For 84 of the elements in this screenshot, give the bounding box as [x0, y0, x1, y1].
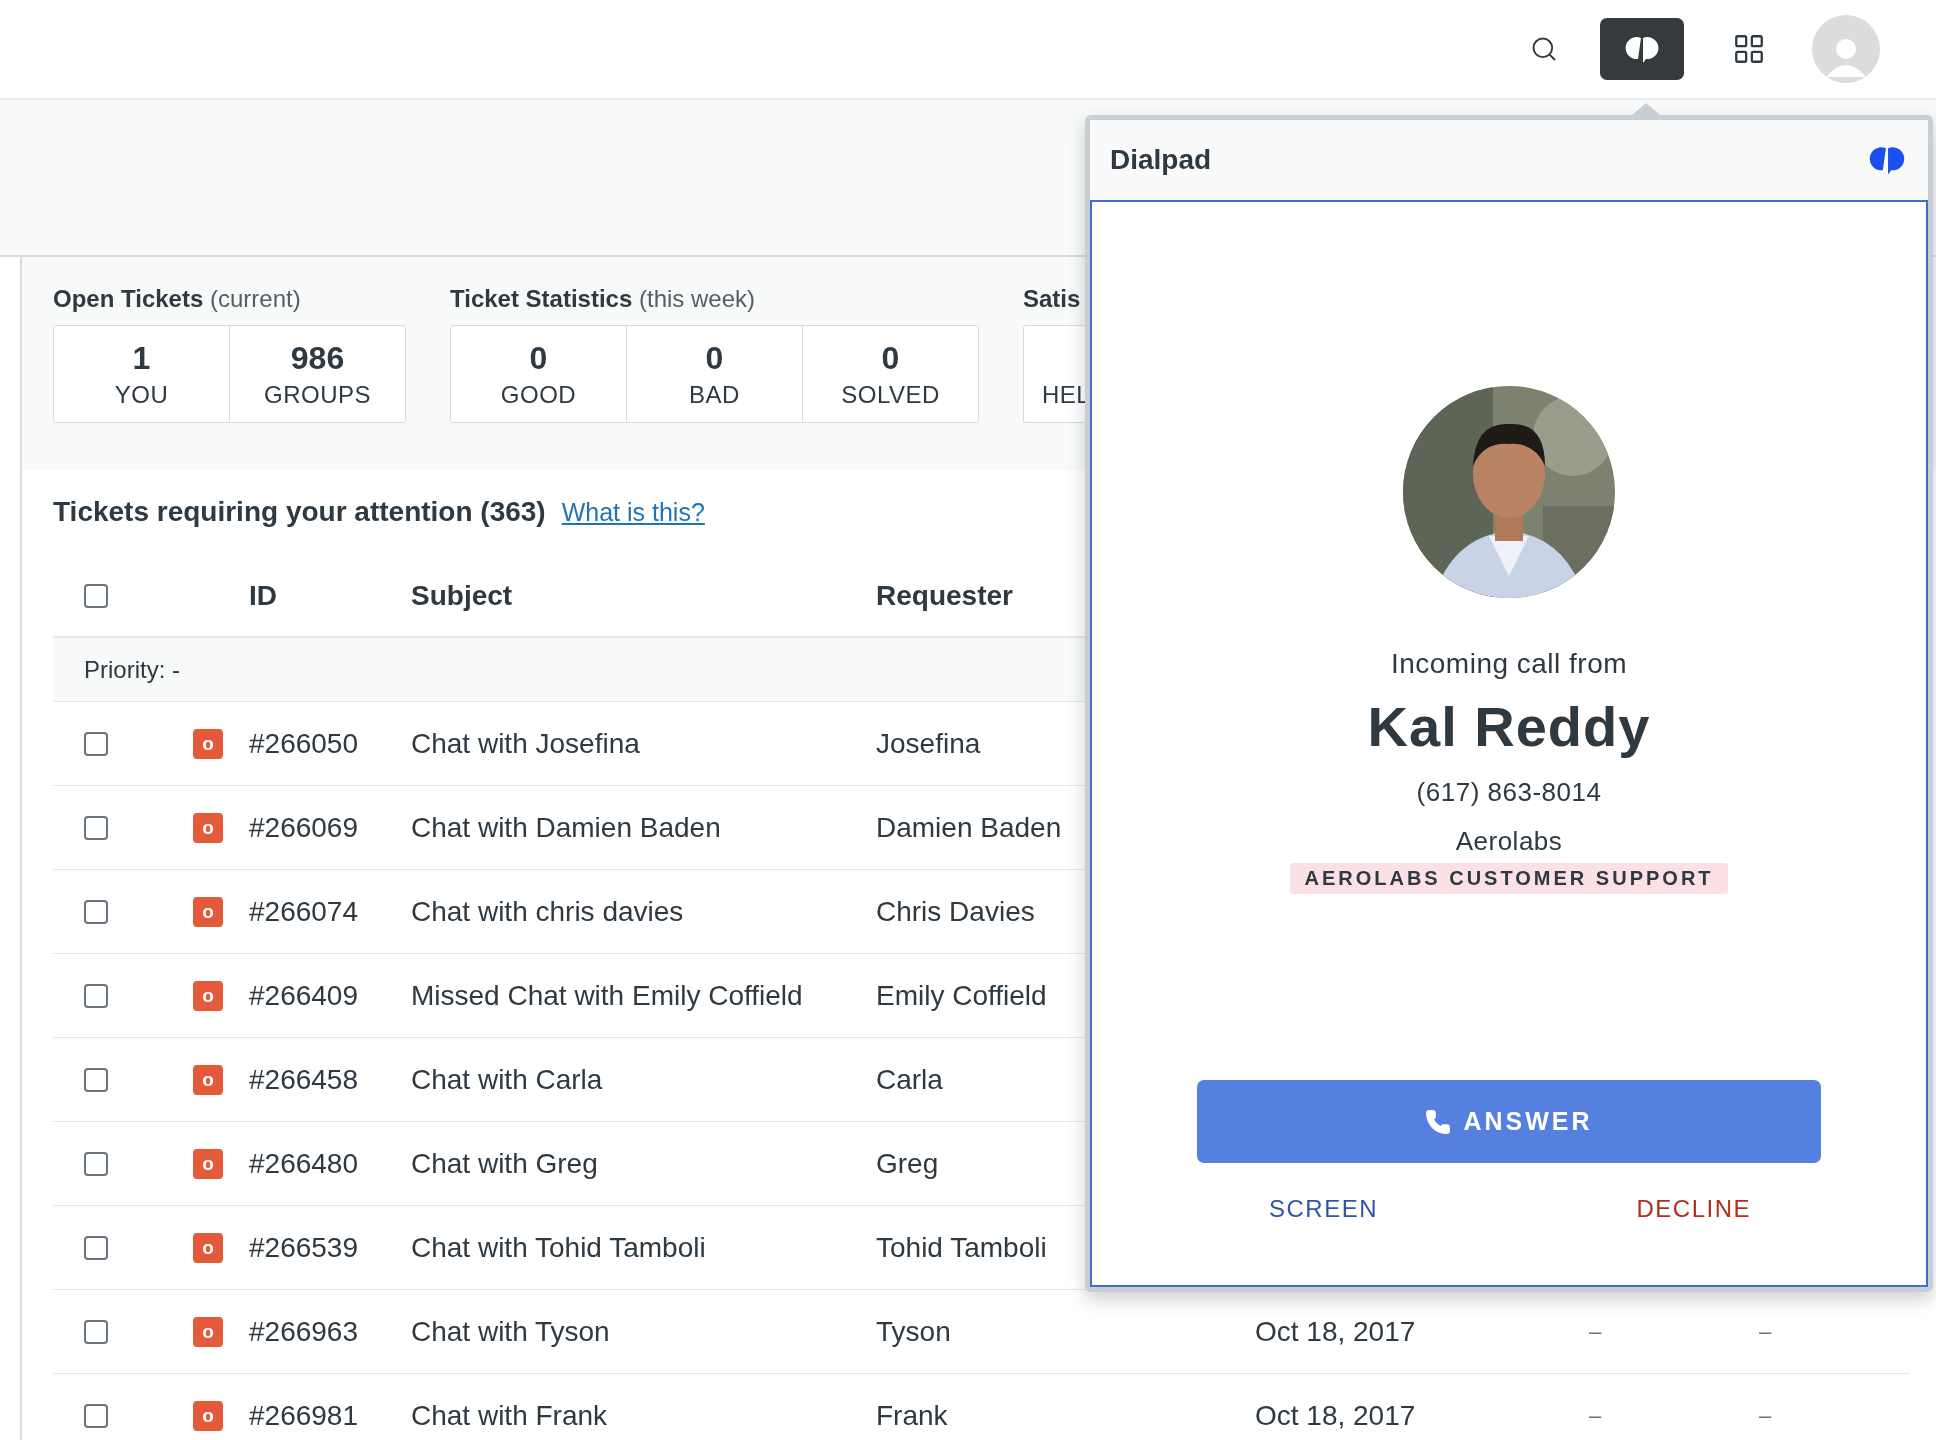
- stat-value: 1: [132, 339, 151, 377]
- ticket-id: #266458: [249, 1063, 359, 1096]
- checkbox[interactable]: [84, 815, 108, 840]
- empty-cell-dash: –: [1588, 1402, 1603, 1429]
- search-icon[interactable]: [1530, 35, 1558, 63]
- checkbox[interactable]: [84, 584, 108, 608]
- checkbox[interactable]: [84, 731, 108, 756]
- section-title: Tickets requiring your attention (363): [53, 496, 546, 528]
- status-badge: o: [193, 1064, 223, 1095]
- checkbox[interactable]: [84, 1403, 108, 1428]
- requester-cell-text: Emily Coffield: [876, 979, 1048, 1012]
- empty-cell-dash: –: [1588, 1318, 1603, 1345]
- ticket-subject[interactable]: Chat with Josefina: [411, 727, 876, 760]
- stat-label: HEL: [1042, 380, 1091, 409]
- call-caption: Incoming call from: [1390, 648, 1628, 680]
- date-cell-text: Oct 18, 2017: [1255, 1315, 1417, 1348]
- requester-cell-text: Damien Baden: [876, 811, 1063, 844]
- ticket-id: #266050: [249, 727, 359, 760]
- requester-cell-text: Chris Davies: [876, 895, 1036, 928]
- requester-cell-text: Tyson: [876, 1315, 952, 1348]
- popover-title: Dialpad: [1110, 144, 1212, 176]
- stat-group-title: Ticket Statistics (this week): [450, 285, 756, 314]
- caller-company: Aerolabs: [1455, 826, 1563, 857]
- status-badge: o: [193, 896, 223, 927]
- ticket-subject[interactable]: Chat with chris davies: [411, 895, 876, 928]
- status-badge: o: [193, 1400, 223, 1431]
- stat-label: SOLVED: [841, 380, 940, 409]
- checkbox[interactable]: [84, 983, 108, 1008]
- dialpad-button[interactable]: [1600, 18, 1684, 80]
- ticket-subject[interactable]: Chat with Tyson: [411, 1315, 876, 1348]
- ticket-subject[interactable]: Chat with Damien Baden: [411, 811, 876, 844]
- requester-cell-text: Josefina: [876, 727, 982, 760]
- ticket-subject[interactable]: Missed Chat with Emily Coffield: [411, 979, 876, 1012]
- answer-button[interactable]: ANSWER: [1197, 1080, 1821, 1163]
- ticket-subject[interactable]: Chat with Tohid Tamboli: [411, 1231, 876, 1264]
- requester-cell-text: Carla: [876, 1063, 944, 1096]
- group-label: Priority: -: [84, 655, 180, 684]
- status-badge: o: [193, 1232, 223, 1263]
- stat-value: 986: [290, 339, 345, 377]
- requester-cell-text: Greg: [876, 1147, 940, 1180]
- ticket-subject[interactable]: Chat with Greg: [411, 1147, 876, 1180]
- ticket-subject[interactable]: Chat with Frank: [411, 1399, 876, 1432]
- decline-button[interactable]: DECLINE: [1628, 1191, 1759, 1227]
- requester-cell-text: Tohid Tamboli: [876, 1231, 1048, 1264]
- status-badge: o: [193, 1148, 223, 1179]
- stat-group-title: Open Tickets (current): [53, 285, 302, 314]
- apps-grid-icon[interactable]: [1732, 32, 1766, 66]
- date-cell-text: Oct 18, 2017: [1255, 1399, 1417, 1432]
- ticket-id: #266963: [249, 1315, 359, 1348]
- checkbox[interactable]: [84, 1151, 108, 1176]
- ticket-id: #266480: [249, 1147, 359, 1180]
- ticket-subject[interactable]: Chat with Carla: [411, 1063, 876, 1096]
- stat-label: YOU: [114, 380, 169, 409]
- screen-button[interactable]: SCREEN: [1261, 1191, 1387, 1227]
- requester-cell-text: Frank: [876, 1399, 949, 1432]
- empty-cell-dash: –: [1758, 1402, 1773, 1429]
- status-badge: o: [193, 812, 223, 843]
- stat-value: 0: [529, 339, 548, 377]
- checkbox[interactable]: [84, 1319, 108, 1344]
- ticket-id: #266409: [249, 979, 359, 1012]
- stat-value: 0: [881, 339, 900, 377]
- checkbox[interactable]: [84, 1067, 108, 1092]
- ticket-id: #266981: [249, 1399, 359, 1432]
- ticket-id: #266539: [249, 1231, 359, 1264]
- ticket-id: #266069: [249, 811, 359, 844]
- caller-tag: AEROLABS CUSTOMER SUPPORT: [1290, 863, 1728, 894]
- status-badge: o: [193, 1316, 223, 1347]
- column-header[interactable]: Subject: [411, 580, 876, 612]
- phone-icon: [1425, 1108, 1452, 1135]
- ticket-id: #266074: [249, 895, 359, 928]
- checkbox[interactable]: [84, 899, 108, 924]
- column-header[interactable]: ID: [249, 580, 411, 612]
- help-link[interactable]: What is this?: [561, 498, 705, 527]
- empty-cell-dash: –: [1758, 1318, 1773, 1345]
- caller-name: Kal Reddy: [1367, 694, 1651, 759]
- stat-label: BAD: [689, 380, 740, 409]
- caller-phone: (617) 863-8014: [1416, 777, 1602, 808]
- checkbox[interactable]: [84, 1235, 108, 1260]
- stat-label: GROUPS: [264, 380, 371, 409]
- stat-value: 0: [705, 339, 724, 377]
- status-badge: o: [193, 728, 223, 759]
- status-badge: o: [193, 980, 223, 1011]
- stat-group-title: Satis: [1023, 285, 1082, 314]
- stat-label: GOOD: [500, 380, 577, 409]
